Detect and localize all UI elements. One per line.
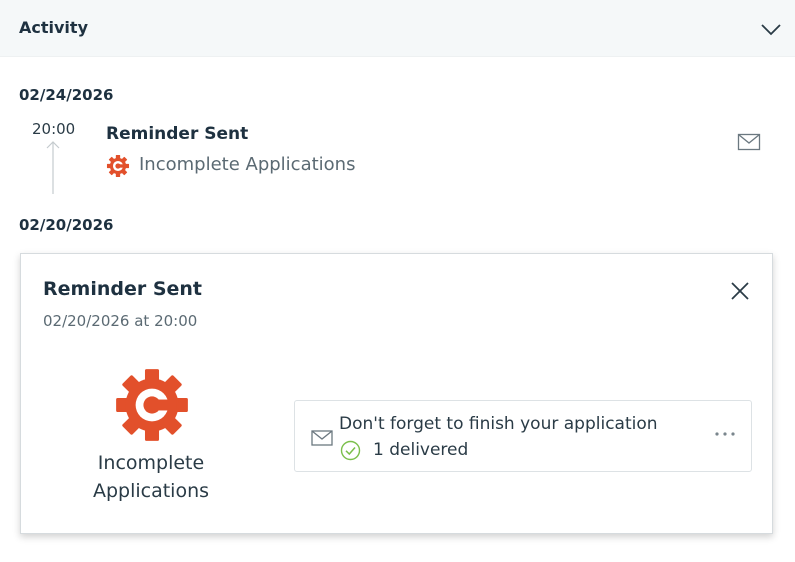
reminder-detail-card: Reminder Sent 02/20/2026 at 20:00 Incomp… [20,253,773,534]
more-options-icon[interactable] [711,426,739,442]
activity-header[interactable]: Activity [0,0,795,57]
event-time: 20:00 [32,120,76,138]
chevron-down-icon[interactable] [759,18,783,40]
card-timestamp: 02/20/2026 at 20:00 [43,312,198,330]
event-title: Reminder Sent [106,124,249,144]
event-subtitle: Incomplete Applications [139,154,356,175]
gear-c-logo-icon [106,154,130,178]
date-group-label: 02/24/2026 [19,86,114,104]
message-item[interactable]: Don't forget to finish your application … [294,400,752,472]
check-circle-icon [340,440,361,461]
timeline-arrow-icon [46,141,60,194]
card-title: Reminder Sent [43,278,203,300]
close-icon[interactable] [729,280,751,302]
gear-c-logo-icon [116,369,188,441]
mail-icon[interactable] [737,133,761,151]
date-group-label: 02/20/2026 [19,216,114,234]
activity-title: Activity [19,18,88,37]
delivery-status: 1 delivered [373,440,469,460]
mail-icon [311,430,333,446]
message-title: Don't forget to finish your application [339,414,658,434]
campaign-name: Incomplete Applications [92,452,210,502]
